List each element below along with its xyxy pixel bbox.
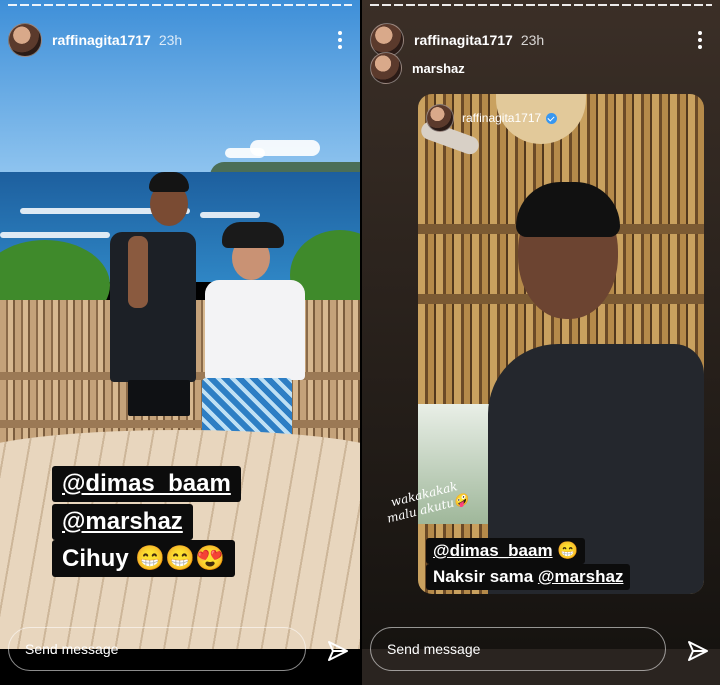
story-left: raffinagita1717 23h @dimas_baam @marshaz… (0, 0, 360, 685)
mention-link[interactable]: @marshaz (538, 567, 624, 586)
avatar[interactable] (370, 52, 402, 84)
caption-line: @marshaz (52, 504, 193, 540)
reshared-username[interactable]: marshaz (412, 61, 465, 76)
inner-story-header: raffinagita1717 (426, 104, 558, 132)
avatar[interactable] (8, 23, 42, 57)
mention-link[interactable]: @marshaz (62, 508, 183, 535)
person-girl (205, 280, 305, 380)
reshare-header: marshaz (370, 52, 465, 84)
verified-badge-icon (546, 112, 558, 124)
paper-plane-icon[interactable] (326, 639, 350, 663)
caption-text: Naksir sama (433, 567, 538, 586)
more-vertical-icon[interactable] (690, 28, 710, 52)
story-footer: Send message (0, 615, 360, 685)
more-vertical-icon[interactable] (330, 28, 350, 52)
caption-line: Naksir sama @marshaz (426, 564, 631, 590)
caption-line: Cihuy 😁😁😍 (52, 540, 235, 577)
reshared-story-frame[interactable]: raffinagita1717 @dimas_baam 😁 Naksir sam… (418, 94, 704, 594)
person-boy (110, 232, 196, 382)
send-message-input[interactable]: Send message (8, 627, 306, 671)
caption-line: @dimas_baam 😁 (426, 538, 586, 564)
timestamp: 23h (158, 32, 183, 48)
send-message-input[interactable]: Send message (370, 627, 666, 671)
caption-text: Cihuy 😁😁😍 (62, 545, 225, 572)
cloud (225, 148, 265, 158)
story-footer: Send message (362, 615, 720, 685)
username[interactable]: raffinagita1717 (414, 32, 513, 48)
story-right: raffinagita1717 23h marshaz raffinagita1… (362, 0, 720, 685)
caption-line: @dimas_baam (52, 466, 241, 502)
paper-plane-icon[interactable] (686, 639, 710, 663)
timestamp: 23h (520, 32, 545, 48)
inner-username[interactable]: raffinagita1717 (462, 111, 541, 125)
mention-link[interactable]: @dimas_baam (62, 470, 231, 497)
story-progress-bar (8, 4, 352, 6)
emoji: 😁 (557, 541, 579, 560)
avatar[interactable] (426, 104, 454, 132)
mention-link[interactable]: @dimas_baam (433, 541, 553, 560)
story-progress-bar (370, 4, 712, 6)
username[interactable]: raffinagita1717 (52, 32, 151, 48)
story-header: raffinagita1717 23h (8, 22, 350, 58)
